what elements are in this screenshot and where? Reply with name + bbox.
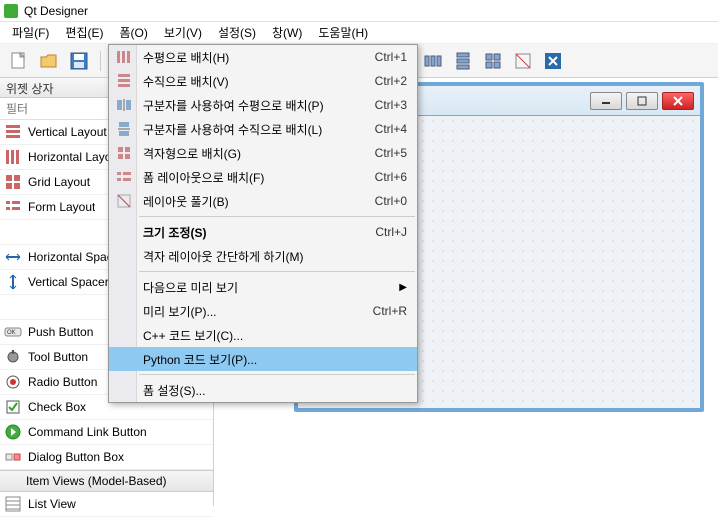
widget-label: Dialog Button Box [28,450,124,464]
widget-category-item-views[interactable]: Item Views (Model-Based) [0,470,213,492]
menu-layout-break[interactable]: 레이아웃 풀기(B)Ctrl+0 [109,189,417,213]
toolbar-separator [100,51,101,71]
hspacer-icon [4,248,22,266]
widget-label: Command Link Button [28,425,147,439]
toolbar-layout-v-button[interactable] [450,48,476,74]
menu-simplify-grid[interactable]: 격자 레이아웃 간단하게 하기(M) [109,244,417,268]
menubar: 파일(F) 편집(E) 폼(O) 보기(V) 설정(S) 창(W) 도움말(H) [0,22,718,44]
widget-label: Vertical Spacer [28,275,109,289]
toolbtn-icon [4,348,22,366]
toolbar-layout-grid-button[interactable] [480,48,506,74]
widget-label: Form Layout [28,200,95,214]
widget-label: Grid Layout [28,175,90,189]
widget-label: Check Box [28,400,86,414]
toolbar-open-button[interactable] [36,48,62,74]
menu-layout-hsplit[interactable]: 구분자를 사용하여 수평으로 배치(P)Ctrl+3 [109,93,417,117]
listview-icon [4,495,22,513]
menu-edit[interactable]: 편집(E) [57,22,111,43]
vspacer-icon [4,273,22,291]
menu-view-cpp-code[interactable]: C++ 코드 보기(C)... [109,323,417,347]
menu-preview[interactable]: 미리 보기(P)...Ctrl+R [109,299,417,323]
minimize-button[interactable] [590,92,622,110]
close-button[interactable] [662,92,694,110]
pushbtn-icon: OK [4,323,22,341]
grid-icon [4,173,22,191]
svg-text:OK: OK [7,330,16,336]
app-title: Qt Designer [24,4,88,18]
toolbar-adjust-size-button[interactable] [540,48,566,74]
widget-label: Tool Button [28,350,88,364]
menu-form-settings[interactable]: 폼 설정(S)... [109,378,417,402]
check-icon [4,398,22,416]
widget-label: Radio Button [28,375,97,389]
menu-settings[interactable]: 설정(S) [210,22,264,43]
submenu-arrow-icon: ▶ [399,282,407,293]
dialogbox-icon [4,448,22,466]
form-icon [4,198,22,216]
menu-form[interactable]: 폼(O) [111,22,155,43]
widget-label: Vertical Layout [28,125,107,139]
vlayout-icon [4,123,22,141]
radio-icon [4,373,22,391]
menu-window[interactable]: 창(W) [264,22,310,43]
widget-command-link-button[interactable]: Command Link Button [0,420,213,445]
menu-layout-horizontal[interactable]: 수평으로 배치(H)Ctrl+1 [109,45,417,69]
toolbar-save-button[interactable] [66,48,92,74]
menu-preview-in[interactable]: 다음으로 미리 보기▶ [109,275,417,299]
menu-layout-vsplit[interactable]: 구분자를 사용하여 수직으로 배치(L)Ctrl+4 [109,117,417,141]
cmdlink-icon [4,423,22,441]
menu-help[interactable]: 도움말(H) [310,22,376,43]
widget-label: List View [28,497,76,511]
widget-dialog-button-box[interactable]: Dialog Button Box [0,445,213,470]
menu-layout-vertical[interactable]: 수직으로 배치(V)Ctrl+2 [109,69,417,93]
app-icon [4,4,18,18]
hlayout-icon [4,148,22,166]
form-menu-dropdown: 수평으로 배치(H)Ctrl+1 수직으로 배치(V)Ctrl+2 구분자를 사… [108,44,418,403]
menu-layout-form[interactable]: 폼 레이아웃으로 배치(F)Ctrl+6 [109,165,417,189]
menu-file[interactable]: 파일(F) [4,22,57,43]
menu-view-python-code[interactable]: Python 코드 보기(P)... [109,347,417,371]
widget-label: Push Button [28,325,93,339]
widget-list-view[interactable]: List View [0,492,213,517]
maximize-button[interactable] [626,92,658,110]
toolbar-new-button[interactable] [6,48,32,74]
toolbar-layout-h-button[interactable] [420,48,446,74]
menu-view[interactable]: 보기(V) [156,22,210,43]
titlebar: Qt Designer [0,0,718,22]
toolbar-layout-break-button[interactable] [510,48,536,74]
menu-layout-grid[interactable]: 격자형으로 배치(G)Ctrl+5 [109,141,417,165]
menu-adjust-size[interactable]: 크기 조정(S)Ctrl+J [109,220,417,244]
